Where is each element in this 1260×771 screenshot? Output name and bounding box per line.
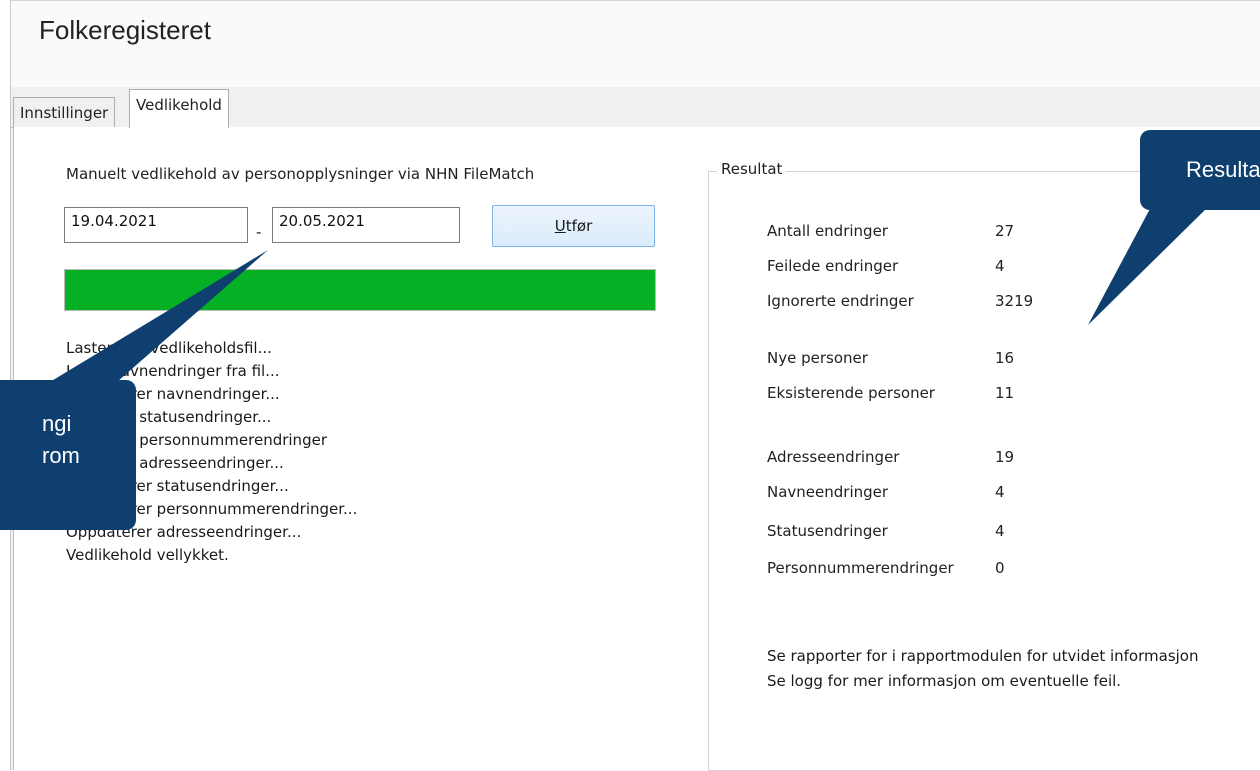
callout-right: Resulta: [1140, 130, 1260, 210]
execute-button-label: tfør: [565, 217, 593, 235]
date-separator: -: [256, 223, 262, 241]
progress-bar: [64, 269, 656, 311]
execute-button-accesskey: U: [554, 217, 566, 235]
stat-label-status: Statusendringer: [767, 522, 888, 540]
date-to-field[interactable]: 20.05.2021: [272, 207, 460, 243]
result-note: Se rapporter for i rapportmodulen for ut…: [767, 647, 1199, 665]
tab-panel-vedlikehold: Manuelt vedlikehold av personopplysninge…: [13, 127, 1260, 771]
result-note: Se logg for mer informasjon om eventuell…: [767, 672, 1122, 690]
progress-fill: [65, 270, 655, 310]
title-bar: Folkeregisteret: [11, 1, 1260, 87]
result-notes: Se rapporter for i rapportmodulen for ut…: [767, 644, 1260, 694]
date-from-field[interactable]: 19.04.2021: [64, 207, 248, 243]
stat-value-nye: 16: [995, 349, 1015, 367]
callout-left-line: ngi: [42, 411, 72, 436]
result-group-title: Resultat: [717, 160, 787, 178]
page-title: Folkeregisteret: [39, 15, 211, 45]
callout-left: ngi rom: [0, 380, 136, 530]
stat-label-eksisterende: Eksisterende personer: [767, 384, 935, 402]
stat-label-feilede: Feilede endringer: [767, 257, 899, 275]
maintenance-heading: Manuelt vedlikehold av personopplysninge…: [66, 165, 535, 183]
stat-label-antall: Antall endringer: [767, 222, 888, 240]
stat-value-adresse: 19: [995, 448, 1015, 466]
stat-label-navn: Navneendringer: [767, 483, 889, 501]
stat-label-nye: Nye personer: [767, 349, 868, 367]
result-group: Resultat Antall endringer 27 Feilede end…: [708, 160, 1260, 771]
stat-label-ignorerte: Ignorerte endringer: [767, 292, 914, 310]
execute-button[interactable]: Utfør: [492, 205, 655, 247]
stat-value-antall: 27: [995, 222, 1015, 240]
stat-value-feilede: 4: [995, 257, 1005, 275]
stat-value-ignorerte: 3219: [995, 292, 1034, 310]
tab-vedlikehold[interactable]: Vedlikehold: [129, 89, 229, 128]
stat-label-personnummer: Personnummerendringer: [767, 559, 954, 577]
stat-label-adresse: Adresseendringer: [767, 448, 900, 466]
log-line: Vedlikehold vellykket.: [66, 546, 229, 564]
tab-innstillinger[interactable]: Innstillinger: [13, 97, 116, 127]
stat-value-navn: 4: [995, 483, 1005, 501]
stat-value-personnummer: 0: [995, 559, 1005, 577]
app-window: Folkeregisteret Innstillinger Vedlikehol…: [10, 0, 1260, 771]
log-line: Laster ned vedlikeholdsfil...: [66, 339, 272, 357]
callout-left-line: rom: [42, 443, 80, 468]
stat-value-eksisterende: 11: [995, 384, 1015, 402]
stat-value-status: 4: [995, 522, 1005, 540]
